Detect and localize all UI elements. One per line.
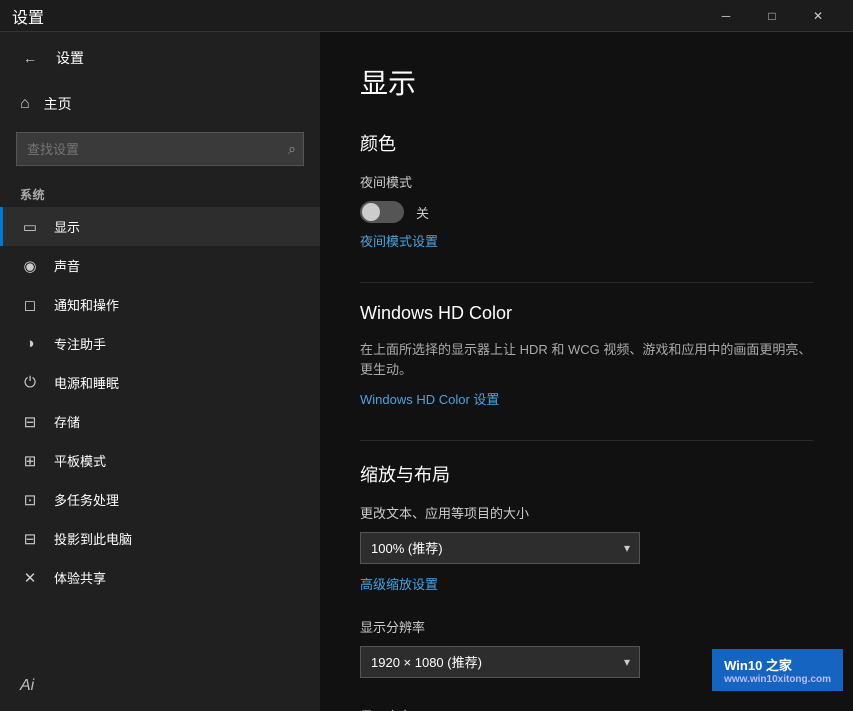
hd-color-link[interactable]: Windows HD Color 设置 xyxy=(360,389,499,408)
tablet-icon: ⊞ xyxy=(20,452,40,470)
size-dropdown-wrapper: 100% (推荐) 125% 150% 175% ▾ xyxy=(360,532,640,564)
home-icon: ⌂ xyxy=(20,95,30,113)
watermark-line1: Win10 之家 xyxy=(724,658,792,673)
sidebar-item-notifications-label: 通知和操作 xyxy=(54,295,119,314)
sidebar-item-home[interactable]: ⌂ 主页 xyxy=(0,84,320,124)
sidebar-item-storage-label: 存储 xyxy=(54,412,80,431)
sidebar-item-tablet-label: 平板模式 xyxy=(54,451,106,470)
sidebar-item-notifications[interactable]: ◻ 通知和操作 xyxy=(0,285,320,324)
scale-section-title: 缩放与布局 xyxy=(360,461,813,487)
sidebar-item-power-label: 电源和睡眠 xyxy=(54,373,119,392)
sound-icon: ◉ xyxy=(20,257,40,275)
app-container: ← 设置 ⌂ 主页 ⌕ 系统 ▭ 显示 ◉ 声音 ◻ 通知和操作 ◑ 专注助手 xyxy=(0,32,853,711)
orientation-label: 显示方向 xyxy=(360,706,813,711)
power-icon: ⏻ xyxy=(20,374,40,391)
search-box: ⌕ xyxy=(16,132,304,166)
resolution-dropdown-wrapper: 1920 × 1080 (推荐) 1600 × 900 1280 × 720 ▾ xyxy=(360,646,640,678)
maximize-button[interactable]: □ xyxy=(749,0,795,32)
titlebar: 设置 ─ □ ✕ xyxy=(0,0,853,32)
size-label: 更改文本、应用等项目的大小 xyxy=(360,503,813,522)
close-button[interactable]: ✕ xyxy=(795,0,841,32)
divider-2 xyxy=(360,440,813,441)
night-mode-state: 关 xyxy=(416,203,429,222)
home-label: 主页 xyxy=(44,94,72,114)
search-icon: ⌕ xyxy=(288,141,296,158)
sidebar-item-project[interactable]: ⊟ 投影到此电脑 xyxy=(0,519,320,558)
sidebar-item-display[interactable]: ▭ 显示 xyxy=(0,207,320,246)
sidebar-item-power[interactable]: ⏻ 电源和睡眠 xyxy=(0,363,320,402)
ai-label: Ai xyxy=(20,677,34,694)
ai-area: Ai xyxy=(0,661,320,711)
watermark: Win10 之家 www.win10xitong.com xyxy=(712,649,843,691)
sidebar: ← 设置 ⌂ 主页 ⌕ 系统 ▭ 显示 ◉ 声音 ◻ 通知和操作 ◑ 专注助手 xyxy=(0,32,320,711)
sidebar-item-share[interactable]: ✕ 体验共享 xyxy=(0,558,320,597)
color-section-title: 颜色 xyxy=(360,130,813,156)
titlebar-title: 设置 xyxy=(12,4,44,28)
divider-1 xyxy=(360,282,813,283)
hd-color-description: 在上面所选择的显示器上让 HDR 和 WCG 视频、游戏和应用中的画面更明亮、更… xyxy=(360,340,813,379)
resolution-label: 显示分辨率 xyxy=(360,617,813,636)
sidebar-item-multitask-label: 多任务处理 xyxy=(54,490,119,509)
sidebar-item-tablet[interactable]: ⊞ 平板模式 xyxy=(0,441,320,480)
night-mode-toggle[interactable] xyxy=(360,201,404,223)
back-button[interactable]: ← xyxy=(16,44,44,72)
main-content: 显示 颜色 夜间模式 关 夜间模式设置 Windows HD Color 在上面… xyxy=(320,32,853,711)
watermark-line2: www.win10xitong.com xyxy=(724,674,831,685)
advanced-scale-link[interactable]: 高级缩放设置 xyxy=(360,574,438,593)
night-mode-link[interactable]: 夜间模式设置 xyxy=(360,231,438,250)
resolution-dropdown[interactable]: 1920 × 1080 (推荐) 1600 × 900 1280 × 720 xyxy=(360,646,640,678)
sidebar-item-display-label: 显示 xyxy=(54,217,80,236)
size-dropdown[interactable]: 100% (推荐) 125% 150% 175% xyxy=(360,532,640,564)
storage-icon: ⊟ xyxy=(20,413,40,431)
sidebar-item-focus[interactable]: ◑ 专注助手 xyxy=(0,324,320,363)
hd-color-title: Windows HD Color xyxy=(360,303,813,324)
sidebar-item-sound[interactable]: ◉ 声音 xyxy=(0,246,320,285)
night-mode-toggle-row: 关 xyxy=(360,201,813,223)
sidebar-item-share-label: 体验共享 xyxy=(54,568,106,587)
night-mode-label: 夜间模式 xyxy=(360,172,813,191)
page-title: 显示 xyxy=(360,62,813,102)
sidebar-section-label: 系统 xyxy=(0,174,320,207)
search-input[interactable] xyxy=(16,132,304,166)
project-icon: ⊟ xyxy=(20,530,40,548)
notifications-icon: ◻ xyxy=(20,296,40,314)
titlebar-controls: ─ □ ✕ xyxy=(703,0,841,32)
toggle-knob xyxy=(362,203,380,221)
sidebar-item-project-label: 投影到此电脑 xyxy=(54,529,132,548)
sidebar-nav-top: ← 设置 xyxy=(0,32,320,84)
sidebar-item-sound-label: 声音 xyxy=(54,256,80,275)
minimize-button[interactable]: ─ xyxy=(703,0,749,32)
sidebar-item-focus-label: 专注助手 xyxy=(54,334,106,353)
sidebar-item-storage[interactable]: ⊟ 存储 xyxy=(0,402,320,441)
multitask-icon: ⊡ xyxy=(20,491,40,509)
focus-icon: ◑ xyxy=(20,335,40,352)
share-icon: ✕ xyxy=(20,569,40,587)
display-icon: ▭ xyxy=(20,218,40,236)
sidebar-app-title: 设置 xyxy=(56,48,84,68)
sidebar-item-multitask[interactable]: ⊡ 多任务处理 xyxy=(0,480,320,519)
